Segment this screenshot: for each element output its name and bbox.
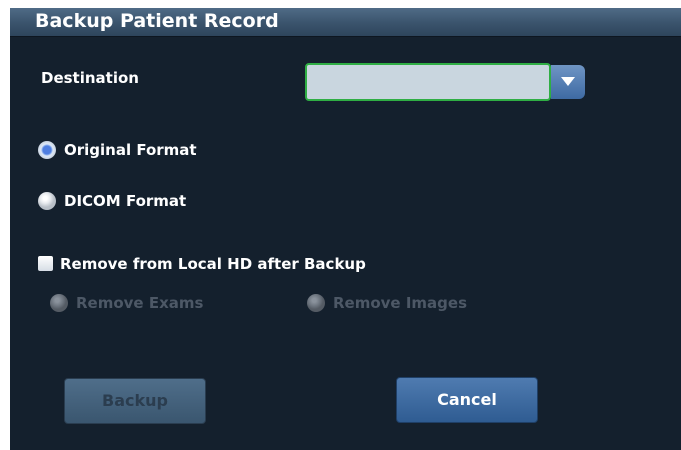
cancel-button[interactable]: Cancel xyxy=(396,377,538,423)
dicom-format-option[interactable]: DICOM Format xyxy=(38,190,238,212)
dropdown-button[interactable] xyxy=(551,65,585,99)
original-format-option[interactable]: Original Format xyxy=(38,139,238,161)
dicom-format-label: DICOM Format xyxy=(64,192,187,210)
title-bar: Backup Patient Record xyxy=(10,8,681,37)
destination-field[interactable] xyxy=(305,63,551,101)
remove-images-label: Remove Images xyxy=(333,294,468,312)
remove-from-hd-label: Remove from Local HD after Backup xyxy=(60,255,366,273)
dicom-format-radio[interactable] xyxy=(38,192,56,210)
destination-dropdown[interactable] xyxy=(305,63,586,101)
original-format-radio[interactable] xyxy=(38,141,56,159)
remove-images-option: Remove Images xyxy=(307,292,497,314)
destination-label: Destination xyxy=(41,69,139,87)
backup-button[interactable]: Backup xyxy=(64,378,206,424)
remove-exams-radio xyxy=(50,294,68,312)
remove-images-radio xyxy=(307,294,325,312)
remove-exams-option: Remove Exams xyxy=(50,292,240,314)
original-format-label: Original Format xyxy=(64,141,197,159)
backup-patient-record-dialog: Backup Patient Record Destination Origin… xyxy=(10,8,681,450)
remove-exams-label: Remove Exams xyxy=(76,294,204,312)
dialog-title: Backup Patient Record xyxy=(35,10,279,32)
remove-from-hd-checkbox[interactable] xyxy=(38,256,53,271)
chevron-down-icon xyxy=(561,77,575,86)
